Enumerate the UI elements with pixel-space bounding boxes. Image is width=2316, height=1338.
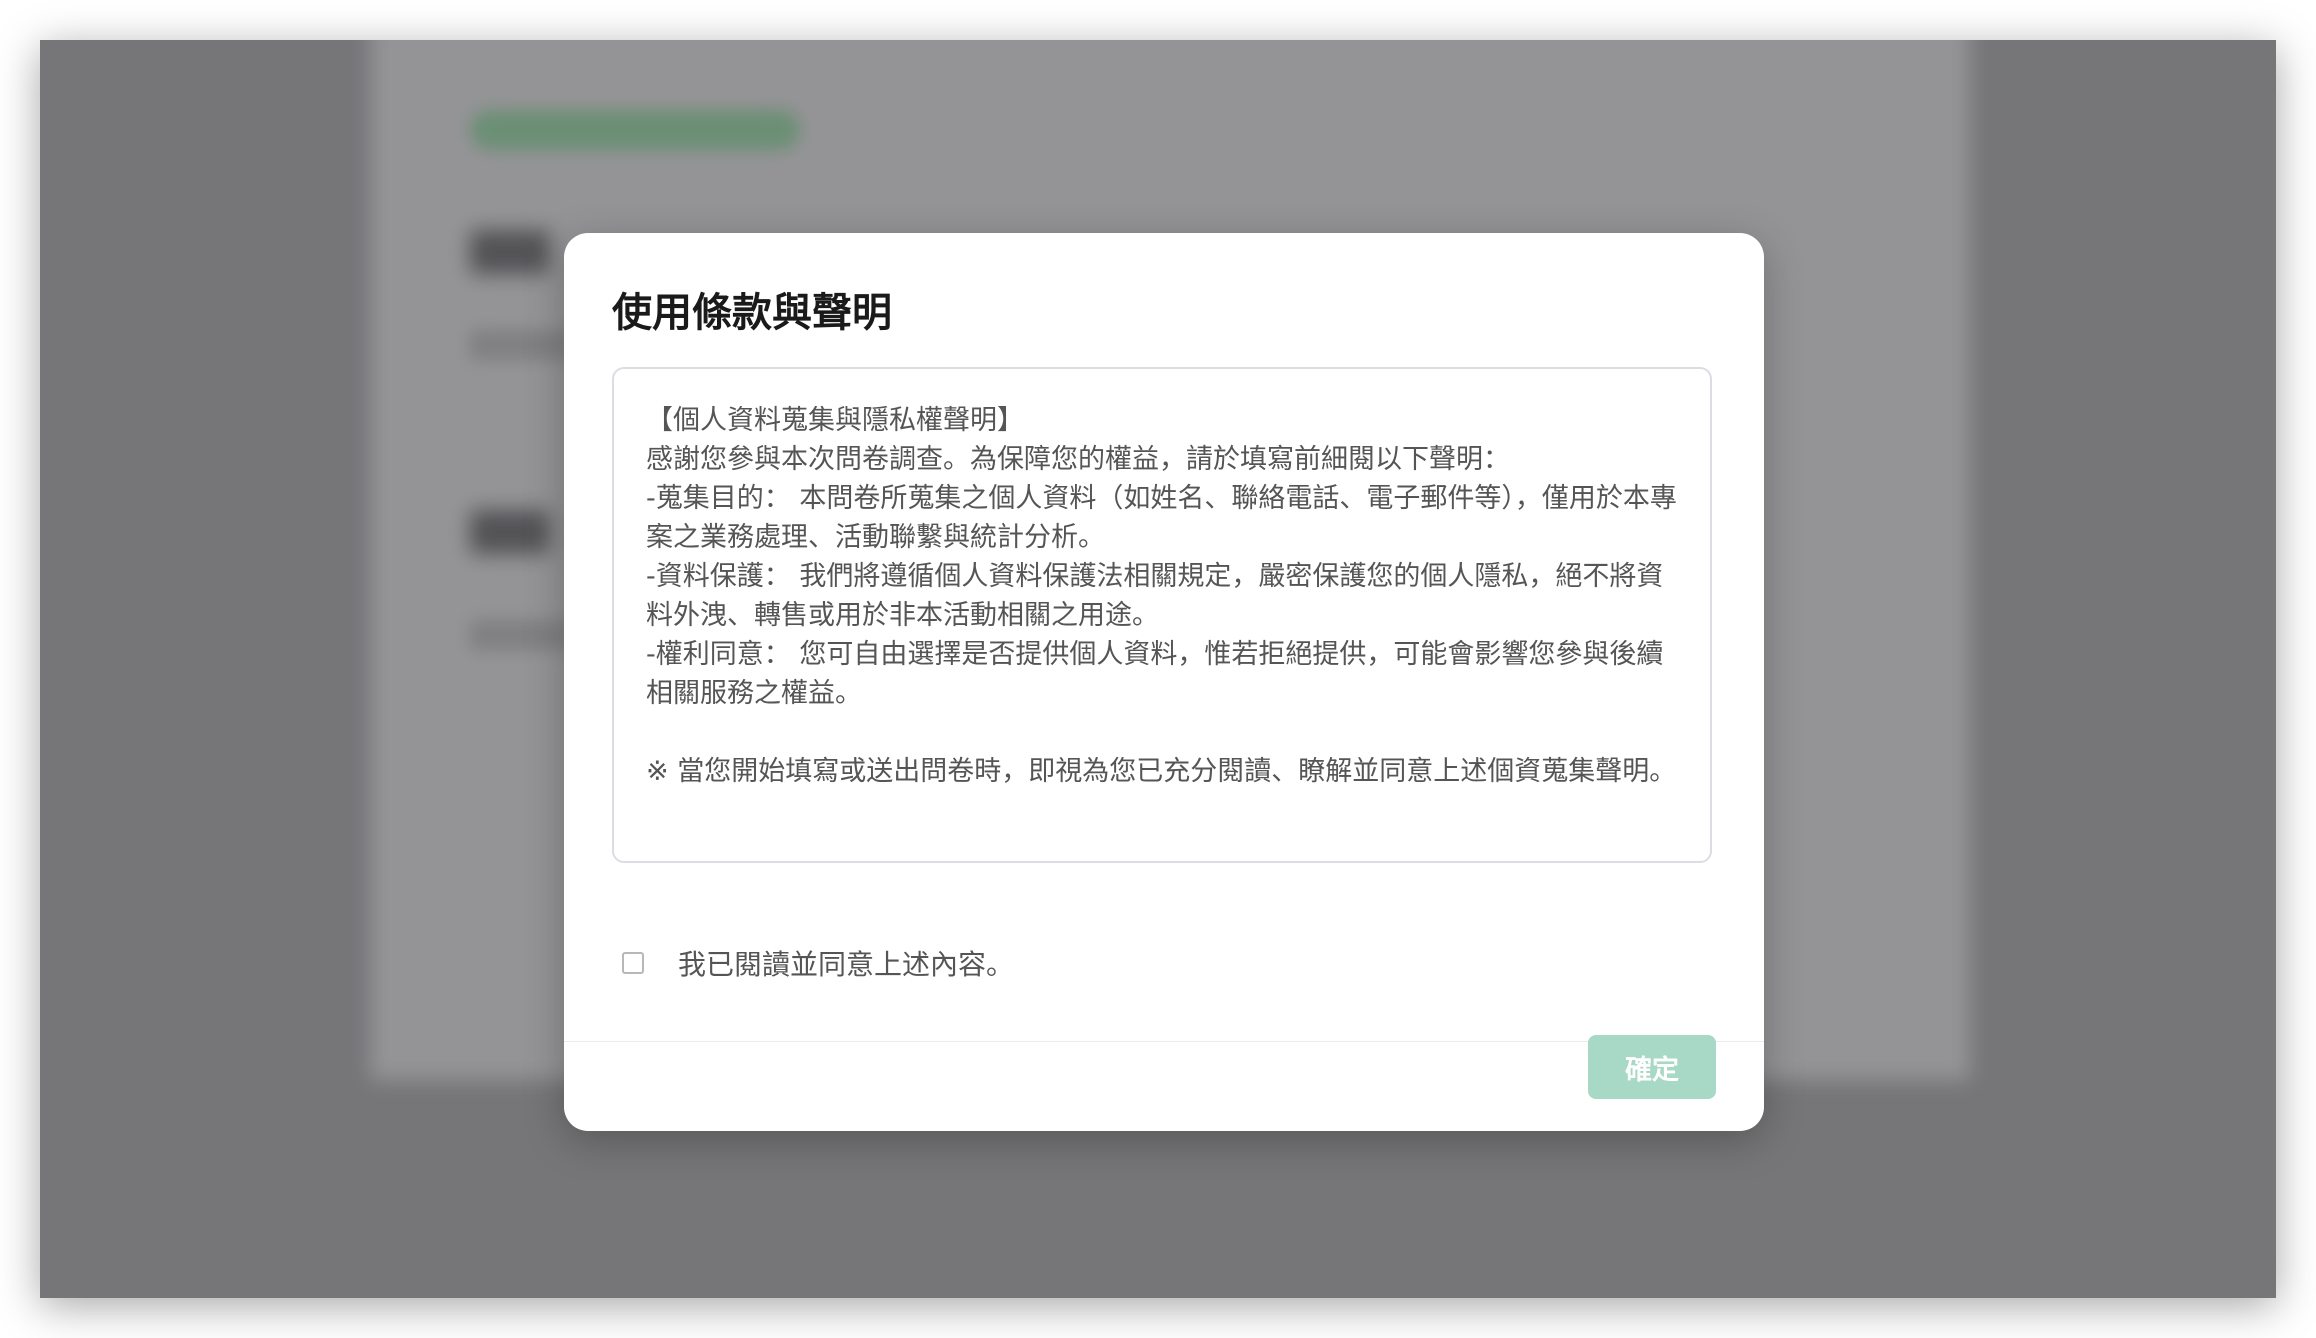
terms-protection: -資料保護： 我們將遵循個人資料保護法相關規定，嚴密保護您的個人隱私，絕不將資料… [646, 561, 1664, 631]
terms-consent: -權利同意： 您可自由選擇是否提供個人資料，惟若拒絕提供，可能會影響您參與後續相… [646, 639, 1664, 709]
terms-notice: ※ 當您開始填寫或送出問卷時，即視為您已充分閱讀、瞭解並同意上述個資蒐集聲明。 [646, 756, 1677, 787]
agree-label[interactable]: 我已閱讀並同意上述內容。 [678, 943, 1014, 983]
footer-divider [564, 1041, 1764, 1042]
agree-row[interactable]: 我已閱讀並同意上述內容。 [622, 943, 1014, 983]
app-screen: 使用條款與聲明 【個人資料蒐集與隱私權聲明】 感謝您參與本次問卷調查。為保障您的… [40, 40, 2276, 1298]
terms-content-box[interactable]: 【個人資料蒐集與隱私權聲明】 感謝您參與本次問卷調查。為保障您的權益，請於填寫前… [612, 367, 1712, 863]
terms-purpose: -蒐集目的： 本問卷所蒐集之個人資料（如姓名、聯絡電話、電子郵件等），僅用於本專… [646, 483, 1677, 553]
terms-heading: 【個人資料蒐集與隱私權聲明】 [646, 405, 1024, 436]
terms-spacer [646, 713, 1678, 752]
terms-dialog: 使用條款與聲明 【個人資料蒐集與隱私權聲明】 感謝您參與本次問卷調查。為保障您的… [564, 233, 1764, 1131]
terms-intro: 感謝您參與本次問卷調查。為保障您的權益，請於填寫前細閱以下聲明： [646, 444, 1510, 475]
agree-checkbox[interactable] [622, 952, 644, 974]
confirm-button[interactable]: 確定 [1588, 1035, 1716, 1099]
dialog-title: 使用條款與聲明 [612, 290, 892, 336]
